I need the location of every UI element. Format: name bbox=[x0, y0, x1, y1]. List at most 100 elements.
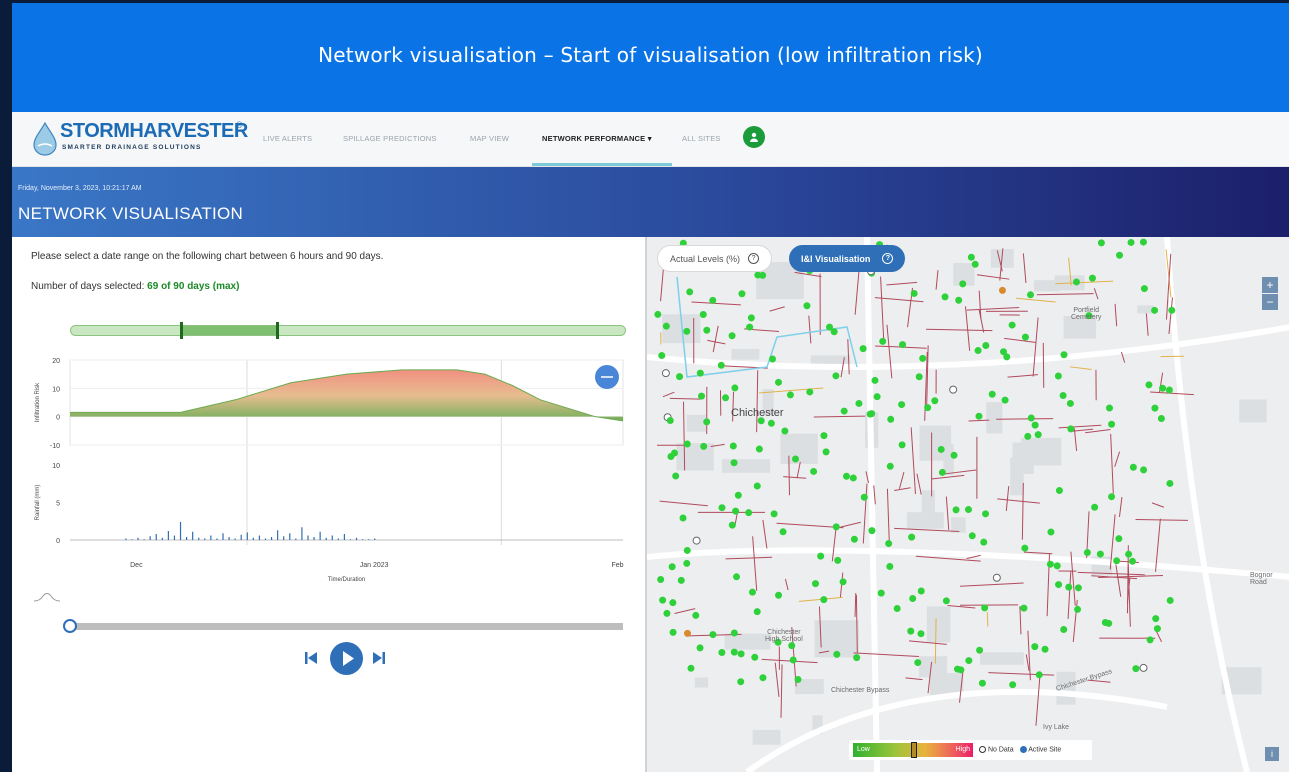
active-site bbox=[709, 296, 717, 304]
range-end-handle[interactable] bbox=[275, 322, 279, 339]
active-site bbox=[806, 388, 814, 396]
active-site bbox=[666, 417, 674, 425]
active-site bbox=[1127, 238, 1135, 246]
active-site bbox=[871, 376, 879, 384]
map-building bbox=[1020, 437, 1062, 466]
map-building bbox=[919, 425, 952, 461]
active-site bbox=[886, 563, 894, 571]
active-site bbox=[868, 527, 876, 535]
nav-network-performance[interactable]: NETWORK PERFORMANCE ▾ bbox=[542, 134, 652, 143]
active-site bbox=[1097, 239, 1105, 247]
active-site bbox=[789, 656, 797, 664]
active-site bbox=[1116, 251, 1124, 259]
risk-tick-label: -10 bbox=[50, 443, 60, 450]
legend-current-marker bbox=[911, 742, 917, 758]
nav-spillage-predictions[interactable]: SPILLAGE PREDICTIONS bbox=[343, 134, 437, 143]
active-site bbox=[840, 407, 848, 415]
map-label-cemetery: Portfield Cemetery bbox=[1071, 307, 1102, 321]
user-icon bbox=[750, 132, 758, 142]
map-building bbox=[721, 459, 771, 473]
zoom-out-button[interactable]: − bbox=[1262, 294, 1278, 310]
skip-back-icon[interactable] bbox=[304, 651, 318, 665]
date-range-navigator[interactable] bbox=[70, 322, 626, 339]
network-map[interactable]: Actual Levels (%) ? I&I Visualisation ? … bbox=[645, 237, 1289, 772]
skip-forward-icon[interactable] bbox=[372, 651, 386, 665]
active-site bbox=[803, 302, 811, 310]
playback-timeline[interactable] bbox=[70, 623, 623, 630]
active-site bbox=[1128, 557, 1136, 565]
active-site bbox=[698, 392, 706, 400]
active-site bbox=[696, 644, 704, 652]
rainfall-bar bbox=[222, 533, 224, 540]
active-site bbox=[745, 509, 753, 517]
days-selected-value: 69 of 90 days (max) bbox=[147, 281, 240, 292]
nav-live-alerts[interactable]: LIVE ALERTS bbox=[263, 134, 312, 143]
map-canvas[interactable] bbox=[647, 237, 1289, 772]
map-building bbox=[1010, 457, 1024, 496]
rainfall-bar bbox=[270, 537, 273, 540]
nav-map-view[interactable]: MAP VIEW bbox=[470, 134, 509, 143]
active-site bbox=[1035, 671, 1043, 679]
active-site bbox=[953, 665, 961, 673]
legend-active-site: Active Site bbox=[1019, 746, 1061, 754]
map-label-bognor-road: Bognor Road bbox=[1250, 572, 1273, 586]
active-site bbox=[1027, 291, 1035, 299]
active-site bbox=[654, 310, 662, 318]
nav-all-sites[interactable]: ALL SITES bbox=[682, 134, 721, 143]
play-button[interactable] bbox=[330, 642, 363, 675]
page-title: NETWORK VISUALISATION bbox=[18, 204, 244, 223]
rainfall-bar bbox=[131, 539, 133, 540]
x-tick-label: Dec bbox=[130, 562, 143, 569]
rainfall-bar bbox=[210, 535, 212, 540]
active-site bbox=[899, 341, 907, 349]
stormharvester-logo[interactable]: STORMHARVESTER ® SMARTER DRAINAGE SOLUTI… bbox=[30, 120, 260, 160]
active-site bbox=[657, 576, 665, 584]
risk-axis-label: Infiltration Risk bbox=[35, 382, 41, 422]
active-site bbox=[1115, 535, 1123, 543]
map-building bbox=[780, 433, 818, 464]
active-site bbox=[1072, 278, 1080, 286]
playback-timeline-thumb[interactable] bbox=[63, 619, 77, 633]
actual-levels-button[interactable]: Actual Levels (%) ? bbox=[657, 245, 773, 272]
active-site bbox=[686, 288, 694, 296]
active-site bbox=[834, 556, 842, 564]
active-site bbox=[817, 552, 825, 560]
active-site bbox=[1105, 404, 1113, 412]
rainfall-bar bbox=[289, 533, 291, 540]
map-building bbox=[686, 414, 706, 432]
page-header: Friday, November 3, 2023, 10:21:17 AM NE… bbox=[12, 167, 1289, 237]
rainfall-bar bbox=[246, 532, 248, 540]
rainfall-bar bbox=[216, 538, 218, 540]
active-site bbox=[975, 412, 983, 420]
active-site bbox=[737, 650, 745, 658]
date-range-selection[interactable] bbox=[180, 322, 279, 339]
active-site bbox=[893, 605, 901, 613]
active-site bbox=[730, 629, 738, 637]
active-site bbox=[980, 538, 988, 546]
active-site bbox=[677, 576, 685, 584]
info-button[interactable]: i bbox=[1265, 747, 1279, 761]
active-site bbox=[1165, 386, 1173, 394]
active-site bbox=[753, 608, 761, 616]
active-site bbox=[976, 646, 984, 654]
active-site bbox=[730, 648, 738, 656]
map-legend: Low High No Data Active Site bbox=[849, 740, 1092, 760]
active-site bbox=[967, 253, 975, 261]
rainfall-bar bbox=[137, 537, 139, 540]
user-account-button[interactable] bbox=[743, 126, 765, 148]
range-start-handle[interactable] bbox=[180, 322, 184, 339]
active-site bbox=[669, 628, 677, 636]
zoom-in-button[interactable]: + bbox=[1262, 277, 1278, 293]
rainfall-bar bbox=[155, 534, 157, 540]
map-building bbox=[906, 512, 944, 529]
active-site bbox=[1021, 333, 1029, 341]
ii-visualisation-button[interactable]: I&I Visualisation ? bbox=[789, 245, 906, 272]
no-data-site bbox=[992, 573, 1001, 582]
active-site bbox=[786, 391, 794, 399]
legend-no-data: No Data bbox=[979, 746, 1014, 754]
active-site bbox=[791, 455, 799, 463]
active-site bbox=[988, 390, 996, 398]
rainfall-bar bbox=[343, 534, 346, 540]
active-site bbox=[683, 327, 691, 335]
map-building bbox=[980, 652, 1024, 665]
